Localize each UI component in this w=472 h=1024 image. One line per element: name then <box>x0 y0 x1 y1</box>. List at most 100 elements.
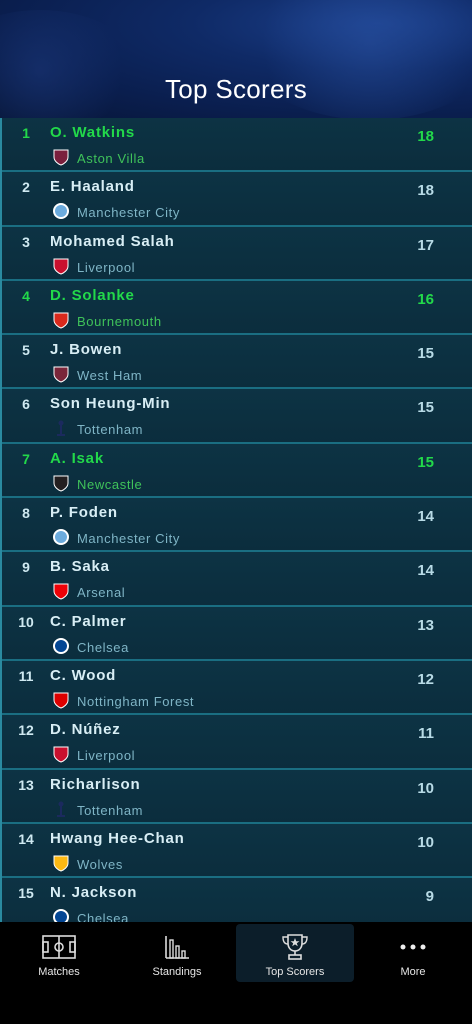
tab-label: Standings <box>152 966 202 978</box>
rank: 8 <box>22 505 30 522</box>
club-name: Arsenal <box>77 585 126 601</box>
scorer-row[interactable]: 13 Richarlison Tottenham 10 <box>2 769 472 824</box>
rank: 10 <box>18 613 34 630</box>
scorer-row[interactable]: 3 Mohamed Salah Liverpool 17 <box>2 226 472 281</box>
west-ham-crest-icon <box>52 365 70 383</box>
scorer-row[interactable]: 11 C. Wood Nottingham Forest 12 <box>2 660 472 716</box>
goals-count: 18 <box>417 182 434 200</box>
wolves-crest-icon <box>52 854 70 872</box>
tottenham-crest-icon <box>52 800 70 818</box>
man-city-crest-icon <box>52 202 70 220</box>
scorer-row[interactable]: 10 C. Palmer Chelsea 13 <box>2 606 472 661</box>
rank: 13 <box>18 776 34 793</box>
player-name: B. Saka <box>50 558 110 576</box>
trophy-icon <box>280 932 310 962</box>
tab-more[interactable]: More <box>354 924 472 982</box>
rank: 2 <box>22 179 30 196</box>
rank: 5 <box>22 342 30 359</box>
player-name: C. Wood <box>50 666 117 684</box>
scorer-row[interactable]: 5 J. Bowen West Ham 15 <box>2 335 472 390</box>
rank: 6 <box>22 396 30 413</box>
tab-standings[interactable]: Standings <box>118 924 236 982</box>
player-name: C. Palmer <box>50 612 127 630</box>
club-name: Bournemouth <box>77 313 162 329</box>
tab-matches[interactable]: Matches <box>0 924 118 982</box>
club-name: Chelsea <box>77 639 129 655</box>
more-dots-icon <box>399 932 427 962</box>
player-name: E. Haaland <box>50 178 135 196</box>
rank: 9 <box>22 559 30 576</box>
page-title: Top Scorers <box>164 74 308 104</box>
tab-label: More <box>400 966 426 978</box>
scorer-row[interactable]: 14 Hwang Hee-Chan Wolves 10 <box>2 823 472 879</box>
scorer-row[interactable]: 9 B. Saka Arsenal 14 <box>2 552 472 607</box>
goals-count: 15 <box>417 345 434 363</box>
club-name: Newcastle <box>77 476 143 492</box>
arsenal-crest-icon <box>52 582 70 600</box>
liverpool-crest-icon <box>52 257 70 275</box>
newcastle-crest-icon <box>52 474 70 492</box>
rank: 3 <box>22 233 30 250</box>
scorer-row[interactable]: 15 N. Jackson Chelsea 9 <box>2 878 472 922</box>
goals-count: 16 <box>417 290 434 308</box>
chelsea-crest-icon <box>52 637 70 655</box>
club-name: Tottenham <box>77 802 144 818</box>
tab-label: Top Scorers <box>265 966 325 978</box>
player-name: N. Jackson <box>50 884 138 902</box>
goals-count: 17 <box>417 236 434 254</box>
rank: 15 <box>18 885 34 902</box>
club-name: Manchester City <box>77 205 180 221</box>
club-name: Aston Villa <box>77 151 145 166</box>
scorer-row[interactable]: 6 Son Heung-Min Tottenham 15 <box>2 389 472 444</box>
tab-label: Matches <box>38 966 80 978</box>
goals-count: 10 <box>417 833 434 851</box>
liverpool-crest-icon <box>52 745 70 763</box>
scorer-row[interactable]: 4 D. Solanke Bournemouth 16 <box>2 280 472 336</box>
rank: 12 <box>18 722 34 739</box>
tab-bar: Matches Standings Top Scorers More <box>0 922 472 1024</box>
club-name: Chelsea <box>77 911 129 922</box>
goals-count: 14 <box>417 508 434 526</box>
goals-count: 11 <box>418 725 434 743</box>
club-name: West Ham <box>77 368 143 384</box>
rank: 7 <box>22 450 30 467</box>
club-name: Manchester City <box>77 531 180 547</box>
player-name: D. Solanke <box>50 286 135 304</box>
rank: 11 <box>18 667 34 684</box>
player-name: A. Isak <box>50 449 104 467</box>
scorer-row[interactable]: 2 E. Haaland Manchester City 18 <box>2 172 472 227</box>
player-name: Hwang Hee-Chan <box>50 829 185 847</box>
pitch-icon <box>42 932 76 962</box>
aston-villa-crest-icon <box>52 148 70 166</box>
club-name: Nottingham Forest <box>77 693 195 709</box>
player-name: Richarlison <box>50 775 141 793</box>
tab-top-scorers[interactable]: Top Scorers <box>236 924 354 982</box>
club-name: Tottenham <box>77 422 144 438</box>
club-name: Wolves <box>77 856 123 872</box>
scorer-row[interactable]: 8 P. Foden Manchester City 14 <box>2 498 472 553</box>
scorer-row[interactable]: 7 A. Isak Newcastle 15 <box>2 443 472 499</box>
rank: 1 <box>22 125 30 141</box>
tottenham-crest-icon <box>52 419 70 437</box>
player-name: O. Watkins <box>50 124 135 141</box>
player-name: D. Núñez <box>50 721 121 739</box>
goals-count: 18 <box>417 128 434 145</box>
player-name: J. Bowen <box>50 341 123 359</box>
scorer-row[interactable]: 1 O. Watkins Aston Villa 18 <box>2 118 472 173</box>
scorer-row[interactable]: 12 D. Núñez Liverpool 11 <box>2 715 472 770</box>
goals-count: 13 <box>417 616 434 634</box>
club-name: Liverpool <box>77 748 136 764</box>
goals-count: 15 <box>417 453 434 471</box>
chelsea-crest-icon <box>52 908 70 922</box>
player-name: Son Heung-Min <box>50 395 171 413</box>
bar-chart-icon <box>164 932 190 962</box>
scorers-list[interactable]: 1 O. Watkins Aston Villa 18 2 E. Haaland Manch… <box>0 118 472 922</box>
player-name: Mohamed Salah <box>50 232 175 250</box>
goals-count: 10 <box>417 779 434 797</box>
rank: 4 <box>22 287 30 304</box>
goals-count: 12 <box>417 670 434 688</box>
goals-count: 9 <box>425 888 434 906</box>
nottingham-forest-crest-icon <box>52 691 70 709</box>
player-name: P. Foden <box>50 504 118 522</box>
club-name: Liverpool <box>77 259 136 275</box>
